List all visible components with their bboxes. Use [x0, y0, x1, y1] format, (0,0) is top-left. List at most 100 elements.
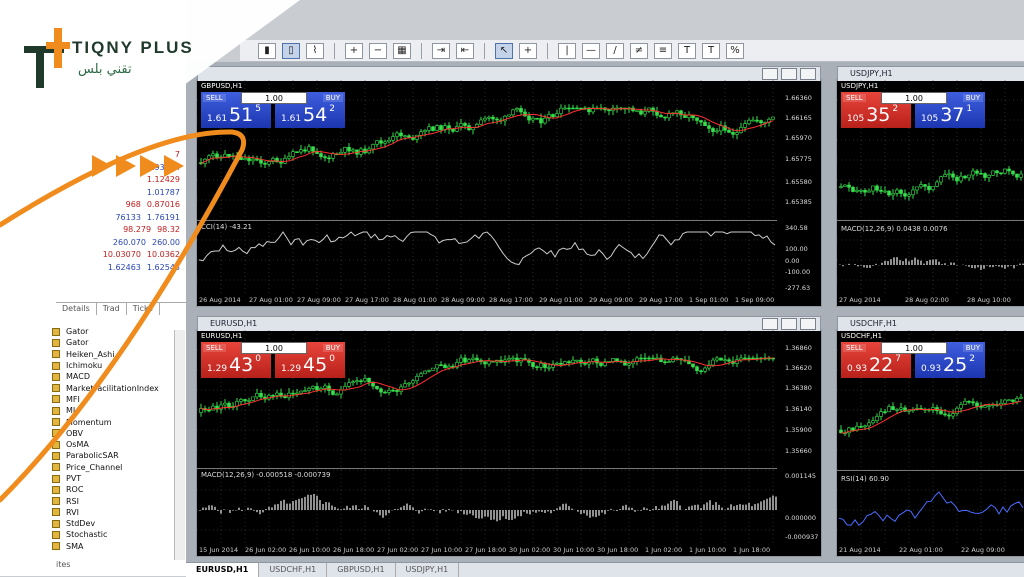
- zoom-in-icon[interactable]: +: [345, 42, 363, 59]
- one-click-trading-panel: SELL 105 35 2 BUY 105 37 1 1.00: [841, 92, 987, 128]
- candle-body: [707, 125, 711, 129]
- line-chart-icon[interactable]: ⌇: [306, 42, 324, 59]
- candle-body: [455, 126, 459, 132]
- list-item[interactable]: ParabolicSAR: [52, 450, 186, 461]
- channel-icon[interactable]: ≠: [630, 42, 648, 59]
- candle-body: [539, 118, 543, 124]
- bar-chart-icon[interactable]: ▮: [258, 42, 276, 59]
- list-item[interactable]: 76133 1.76191: [60, 213, 186, 226]
- chart-window-gbpusd[interactable]: GBPUSD,H1 SELL 1.61 51 5 BUY 1.61 54 2 1.00 …: [196, 66, 822, 307]
- list-item[interactable]: Momentum: [52, 416, 186, 427]
- candle-body: [315, 386, 319, 391]
- list-item[interactable]: MACD: [52, 371, 186, 382]
- maximize-icon[interactable]: [781, 318, 797, 330]
- list-item[interactable]: RSI: [52, 495, 186, 506]
- zoom-out-icon[interactable]: −: [369, 42, 387, 59]
- indicator-tick: -277.63: [785, 284, 811, 292]
- list-item[interactable]: 10.03070 10.0362: [60, 250, 186, 263]
- list-item[interactable]: RVI: [52, 507, 186, 518]
- objects-dropdown-icon[interactable]: %: [726, 42, 744, 59]
- list-item[interactable]: 1.62463 1.62543: [60, 263, 186, 276]
- vertical-line-icon[interactable]: |: [558, 42, 576, 59]
- tab-usdchf[interactable]: USDCHF,H1: [259, 563, 328, 577]
- lot-size-input[interactable]: 1.00: [881, 92, 947, 104]
- candle-body: [851, 427, 855, 431]
- list-item[interactable]: 0.93514: [60, 163, 186, 176]
- horizontal-line-icon[interactable]: —: [582, 42, 600, 59]
- lot-size-input[interactable]: 1.00: [881, 342, 947, 354]
- candle-body: [283, 396, 287, 398]
- label-icon[interactable]: T: [702, 42, 720, 59]
- candle-body: [991, 170, 995, 176]
- candle-body: [375, 140, 379, 145]
- list-item[interactable]: 98.279 98.32: [60, 225, 186, 238]
- list-item[interactable]: Stochastic: [52, 529, 186, 540]
- tab-usdjpy[interactable]: USDJPY,H1: [396, 563, 460, 577]
- navigator-tab[interactable]: ites: [56, 560, 186, 569]
- list-item[interactable]: PVT: [52, 473, 186, 484]
- list-item[interactable]: MarketFacilitationIndex: [52, 382, 186, 393]
- navigator-scrollbar[interactable]: [174, 330, 185, 560]
- candle-body: [567, 361, 571, 364]
- price-tick: 1.66165: [785, 114, 812, 122]
- candle-body: [311, 386, 315, 389]
- text-icon[interactable]: T: [678, 42, 696, 59]
- minimize-icon[interactable]: [762, 68, 778, 80]
- list-item[interactable]: SMA: [52, 541, 186, 552]
- crosshair-icon[interactable]: +: [519, 42, 537, 59]
- time-tick: 21 Aug 2014: [839, 546, 881, 554]
- tab-gbpusd[interactable]: GBPUSD,H1: [327, 563, 396, 577]
- list-item[interactable]: ROC: [52, 484, 186, 495]
- trendline-icon[interactable]: /: [606, 42, 624, 59]
- list-item[interactable]: OsMA: [52, 439, 186, 450]
- candle-body: [731, 132, 735, 135]
- list-item[interactable]: Gator: [52, 326, 186, 337]
- candle-body: [207, 409, 211, 412]
- list-item[interactable]: 7: [60, 150, 186, 163]
- list-item[interactable]: MFI: [52, 394, 186, 405]
- list-item[interactable]: Heiken_Ashi: [52, 349, 186, 360]
- candle-body: [643, 111, 647, 115]
- list-item[interactable]: 260.070 260.00: [60, 238, 186, 251]
- close-icon[interactable]: [800, 318, 816, 330]
- chart-window-eurusd[interactable]: EURUSD,H1 EURUSD,H1 SELL 1.29 43 0 BUY 1.2…: [196, 316, 822, 557]
- candle-body: [299, 149, 303, 153]
- window-title: EURUSD,H1: [210, 319, 258, 328]
- maximize-icon[interactable]: [781, 68, 797, 80]
- tab-trading[interactable]: Trad: [97, 303, 127, 315]
- chart-shift-icon[interactable]: ⇤: [456, 42, 474, 59]
- candlestick-icon[interactable]: ▯: [282, 42, 300, 59]
- close-icon[interactable]: [800, 68, 816, 80]
- list-item[interactable]: MI: [52, 405, 186, 416]
- fibonacci-icon[interactable]: ≡: [654, 42, 672, 59]
- list-item[interactable]: OBV: [52, 428, 186, 439]
- tab-eurusd[interactable]: EURUSD,H1: [186, 563, 260, 577]
- list-item[interactable]: 968 0.87016: [60, 200, 186, 213]
- one-click-trading-panel: SELL 0.93 22 7 BUY 0.93 25 2 1.00: [841, 342, 987, 378]
- candle-body: [859, 426, 863, 428]
- candle-body: [735, 132, 739, 135]
- tile-windows-icon[interactable]: ▦: [393, 42, 411, 59]
- candle-body: [535, 366, 539, 368]
- list-item[interactable]: 1.12429: [60, 175, 186, 188]
- tab-details[interactable]: Details: [56, 303, 97, 315]
- minimize-icon[interactable]: [762, 318, 778, 330]
- list-item[interactable]: Gator: [52, 337, 186, 348]
- list-item[interactable]: Ichimoku: [52, 360, 186, 371]
- list-item[interactable]: StdDev: [52, 518, 186, 529]
- lot-size-input[interactable]: 1.00: [241, 342, 307, 354]
- list-item[interactable]: 1.01787: [60, 188, 186, 201]
- list-item[interactable]: Price_Channel: [52, 462, 186, 473]
- chart-window-usdjpy[interactable]: USDJPY,H1 USDJPY,H1 SELL 105 35 2 BUY 105 3…: [836, 66, 1024, 307]
- price-tick: 1.65580: [785, 178, 812, 186]
- cursor-icon[interactable]: ↖: [495, 42, 513, 59]
- auto-scroll-icon[interactable]: ⇥: [432, 42, 450, 59]
- candle-body: [847, 184, 851, 188]
- candle-body: [555, 113, 559, 117]
- lot-size-input[interactable]: 1.00: [241, 92, 307, 104]
- chart-window-usdchf[interactable]: USDCHF,H1 USDCHF,H1 SELL 0.93 22 7 BUY 0.9…: [836, 316, 1024, 557]
- time-tick: 26 Jun 18:00: [333, 546, 375, 554]
- tab-ticks[interactable]: Ticks: [127, 303, 160, 315]
- candle-body: [371, 144, 375, 150]
- candle-body: [875, 416, 879, 421]
